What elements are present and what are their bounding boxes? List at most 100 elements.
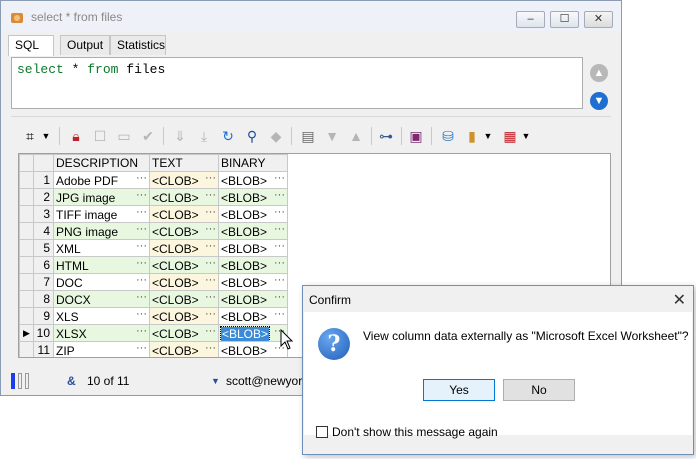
cell-text[interactable]: <CLOB> ···	[149, 307, 219, 325]
cell-editor-button[interactable]: ···	[274, 258, 285, 269]
sort-asc-icon[interactable]: ▲	[347, 127, 365, 145]
cell-binary[interactable]: <BLOB> ···	[218, 290, 288, 308]
table-row[interactable]: 1 Adobe PDF ··· <CLOB> ··· <BLOB> ···	[19, 171, 288, 189]
chevron-down-icon[interactable]: ▼	[479, 127, 497, 145]
cell-binary[interactable]: <BLOB> ···	[218, 239, 288, 257]
cell-editor-button[interactable]: ···	[205, 309, 216, 320]
cell-binary[interactable]: <BLOB> ···	[218, 171, 288, 189]
save-icon[interactable]: ▣	[407, 127, 425, 145]
cell-description[interactable]: DOC ···	[53, 273, 150, 291]
table-row[interactable]: 6 HTML ··· <CLOB> ··· <BLOB> ···	[19, 256, 288, 274]
cell-text[interactable]: <CLOB> ···	[149, 324, 219, 342]
close-button[interactable]: ✕	[584, 11, 613, 28]
cell-editor-button[interactable]: ···	[136, 292, 147, 303]
dialog-close-button[interactable]: ✕	[673, 290, 686, 310]
cell-binary[interactable]: <BLOB> ···	[218, 307, 288, 325]
cell-binary[interactable]: <BLOB> ···	[218, 256, 288, 274]
cell-editor-button[interactable]: ···	[136, 173, 147, 184]
cell-editor-button[interactable]: ···	[274, 173, 285, 184]
apply-icon[interactable]: ✔	[139, 127, 157, 145]
cell-editor-button[interactable]: ···	[274, 224, 285, 235]
column-header-description[interactable]: DESCRIPTION	[53, 154, 150, 172]
title-bar[interactable]: select * from files – ☐ ✕	[1, 1, 621, 31]
cell-description[interactable]: HTML ···	[53, 256, 150, 274]
export-db-icon[interactable]: ⛁	[439, 127, 457, 145]
table-row[interactable]: 11 ZIP ··· <CLOB> ··· <BLOB> ···	[19, 341, 288, 357]
cell-text[interactable]: <CLOB> ···	[149, 290, 219, 308]
maximize-button[interactable]: ☐	[550, 11, 579, 28]
cell-editor-button[interactable]: ···	[136, 343, 147, 354]
cell-editor-button[interactable]: ···	[136, 309, 147, 320]
cell-description[interactable]: TIFF image ···	[53, 205, 150, 223]
eraser-icon[interactable]: ◆	[267, 127, 285, 145]
cell-editor-button[interactable]: ···	[205, 224, 216, 235]
table-row[interactable]: ▶ 10 XLSX ··· <CLOB> ··· <BLOB> ···	[19, 324, 288, 342]
cell-description[interactable]: JPG image ···	[53, 188, 150, 206]
no-button[interactable]: No	[503, 379, 575, 401]
cell-editor-button[interactable]: ···	[205, 326, 216, 337]
sort-desc-icon[interactable]: ▼	[323, 127, 341, 145]
table-row[interactable]: 7 DOC ··· <CLOB> ··· <BLOB> ···	[19, 273, 288, 291]
single-record-icon[interactable]: ▤	[299, 127, 317, 145]
table-row[interactable]: 4 PNG image ··· <CLOB> ··· <BLOB> ···	[19, 222, 288, 240]
cell-binary[interactable]: <BLOB> ···	[218, 341, 288, 357]
cell-editor-button[interactable]: ···	[205, 173, 216, 184]
table-row[interactable]: 5 XML ··· <CLOB> ··· <BLOB> ···	[19, 239, 288, 257]
cell-editor-button[interactable]: ···	[136, 326, 147, 337]
cell-binary[interactable]: <BLOB> ···	[218, 222, 288, 240]
filter-all-icon[interactable]: ⤓	[195, 127, 213, 145]
cell-text[interactable]: <CLOB> ···	[149, 273, 219, 291]
cell-binary[interactable]: <BLOB> ···	[218, 324, 288, 342]
cell-editor-button[interactable]: ···	[274, 275, 285, 286]
history-down-icon[interactable]: ▼	[590, 92, 608, 110]
cell-editor-button[interactable]: ···	[136, 258, 147, 269]
table-row[interactable]: 2 JPG image ··· <CLOB> ··· <BLOB> ···	[19, 188, 288, 206]
table-row[interactable]: 8 DOCX ··· <CLOB> ··· <BLOB> ···	[19, 290, 288, 308]
cell-editor-button[interactable]: ···	[274, 241, 285, 252]
cell-editor-button[interactable]: ···	[205, 190, 216, 201]
cancel-edit-icon[interactable]: ▭	[115, 127, 133, 145]
cell-editor-button[interactable]: ···	[136, 224, 147, 235]
tree-icon[interactable]: ⊶	[377, 127, 395, 145]
minimize-button[interactable]: –	[516, 11, 545, 28]
connection-dropdown-icon[interactable]: ▼	[211, 376, 220, 386]
cell-editor-button[interactable]: ···	[274, 190, 285, 201]
cell-description[interactable]: ZIP ···	[53, 341, 150, 357]
lock-icon[interactable]: 🔒︎	[67, 127, 85, 145]
tab-sql[interactable]: SQL	[8, 35, 54, 56]
cell-description[interactable]: XLSX ···	[53, 324, 150, 342]
cell-editor-button[interactable]: ···	[205, 292, 216, 303]
cell-editor-button[interactable]: ···	[136, 275, 147, 286]
checkbox-box[interactable]	[316, 426, 328, 438]
cell-description[interactable]: PNG image ···	[53, 222, 150, 240]
cell-text[interactable]: <CLOB> ···	[149, 256, 219, 274]
cell-editor-button[interactable]: ···	[205, 343, 216, 354]
cell-text[interactable]: <CLOB> ···	[149, 222, 219, 240]
tab-output[interactable]: Output	[60, 35, 110, 55]
cell-editor-button[interactable]: ···	[136, 207, 147, 218]
cell-editor-button[interactable]: ···	[136, 241, 147, 252]
splitter[interactable]	[11, 116, 611, 118]
column-header-binary[interactable]: BINARY	[218, 154, 288, 172]
connection-label[interactable]: scott@newyor	[226, 374, 302, 388]
cell-editor-button[interactable]: ···	[274, 309, 285, 320]
cell-text[interactable]: <CLOB> ···	[149, 171, 219, 189]
cell-editor-button[interactable]: ···	[274, 207, 285, 218]
cell-text[interactable]: <CLOB> ···	[149, 239, 219, 257]
new-record-icon[interactable]: ☐	[91, 127, 109, 145]
refresh-icon[interactable]: ↻	[219, 127, 237, 145]
cell-editor-button[interactable]: ···	[205, 207, 216, 218]
cell-text[interactable]: <CLOB> ···	[149, 341, 219, 357]
cell-description[interactable]: DOCX ···	[53, 290, 150, 308]
tab-statistics[interactable]: Statistics	[110, 35, 166, 55]
cell-binary[interactable]: <BLOB> ···	[218, 273, 288, 291]
cell-editor-button[interactable]: ···	[136, 190, 147, 201]
cell-text[interactable]: <CLOB> ···	[149, 188, 219, 206]
yes-button[interactable]: Yes	[423, 379, 495, 401]
table-row[interactable]: 3 TIFF image ··· <CLOB> ··· <BLOB> ···	[19, 205, 288, 223]
cell-description[interactable]: Adobe PDF ···	[53, 171, 150, 189]
filter-down-icon[interactable]: ⇓	[171, 127, 189, 145]
chevron-down-icon[interactable]: ▼	[517, 127, 535, 145]
column-header-text[interactable]: TEXT	[149, 154, 219, 172]
cell-editor-button[interactable]: ···	[205, 275, 216, 286]
